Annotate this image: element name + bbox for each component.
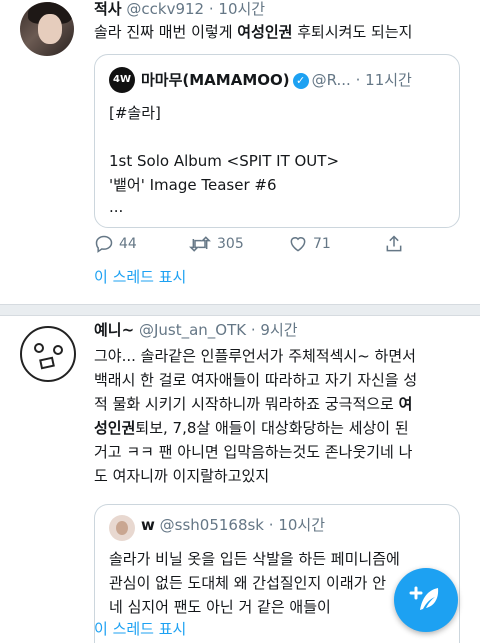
tweet-time[interactable]: · 9시간 [251, 321, 298, 339]
avatar[interactable] [20, 326, 76, 382]
tweet-text: 솔라 진짜 매번 이렇게 여성인권 후퇴시켜도 되는지 [94, 20, 464, 44]
reply-count: 44 [119, 236, 137, 252]
tweet-text-bold: 성인권 [94, 419, 136, 437]
quoted-author-name: 마마무(MAMAMOO) [141, 71, 290, 89]
tweet-text-part: 퇴보, 7,8살 애들이 대상화당하는 세상이 된 [135, 419, 409, 437]
tweet-actions: 44 305 71 [94, 234, 454, 258]
quoted-tweet-line: 1st Solo Album <SPIT IT OUT> [109, 152, 340, 170]
quoted-tweet-line: 네 심지어 팬도 아닌 거 같은 애들이 [109, 598, 331, 616]
quoted-tweet-line: ... [109, 198, 124, 216]
tweet-1[interactable]: 적사 @cckv912 · 10시간 솔라 진짜 매번 이렇게 여성인권 후퇴시… [0, 0, 480, 306]
retweet-count: 305 [217, 236, 244, 252]
like-button[interactable]: 71 [288, 234, 331, 254]
quoted-tweet-line: '뱉어' Image Teaser #6 [109, 176, 277, 194]
retweet-button[interactable]: 305 [188, 234, 244, 254]
quoted-author-name: w [141, 516, 155, 534]
quoted-tweet-header: 마마무(MAMAMOO) ✓ @R... · 11시간 [141, 69, 412, 90]
avatar-face [38, 14, 62, 44]
tweet-text-part: 후퇴시켜도 되는지 [292, 23, 413, 41]
doodle-face-icon [34, 343, 63, 370]
tweet-text-line: 적 물화 시키기 시작하니까 뭐라하죠 궁극적으로 여 [94, 392, 470, 416]
share-icon [386, 235, 402, 252]
tweet-header: 예니~ @Just_an_OTK · 9시간 [94, 319, 298, 340]
show-thread-link[interactable]: 이 스레드 표시 [94, 618, 186, 639]
verified-badge-icon: ✓ [292, 73, 309, 89]
quoted-tweet-time: · 10시간 [268, 516, 326, 534]
author-name[interactable]: 예니~ [94, 321, 134, 339]
reply-icon [95, 235, 113, 253]
share-button[interactable] [384, 234, 404, 254]
author-handle[interactable]: @cckv912 [126, 0, 204, 18]
author-handle[interactable]: @Just_an_OTK [139, 321, 246, 339]
tweet-text-line: 그야... 솔라같은 인플루언서가 주체적섹시~ 하면서 [94, 347, 416, 365]
tweet-text-bold: 여성인권 [237, 23, 293, 41]
compose-feather-icon [409, 586, 439, 610]
show-thread-link[interactable]: 이 스레드 표시 [94, 266, 186, 287]
quoted-tweet-header: w @ssh05168sk · 10시간 [141, 514, 325, 535]
tweet-text-line: 성인권퇴보, 7,8살 애들이 대상화당하는 세상이 된 [94, 416, 470, 440]
quoted-tweet-line: [#솔라] [109, 104, 161, 122]
tweet-text-bold: 여 [398, 395, 413, 413]
reply-button[interactable]: 44 [94, 234, 137, 254]
tweet-text: 그야... 솔라같은 인플루언서가 주체적섹시~ 하면서 백래시 한 걸로 여자… [94, 344, 470, 488]
author-name[interactable]: 적사 [94, 0, 122, 18]
like-count: 71 [313, 236, 331, 252]
retweet-icon [189, 236, 211, 252]
tweet-text-line: 도 여자니까 이지랄하고있지 [94, 467, 270, 485]
tweet-time[interactable]: · 10시간 [209, 0, 265, 18]
tweet-text-part: 적 물화 시키기 시작하니까 뭐라하죠 궁극적으로 [94, 395, 399, 413]
quoted-author-handle: @ssh05168sk [159, 516, 264, 534]
quoted-tweet-line: 솔라가 비닐 옷을 입든 삭발을 하든 페미니즘에 [109, 550, 400, 568]
avatar[interactable] [20, 2, 74, 56]
tweet-text-part: 솔라 진짜 매번 이렇게 [94, 23, 238, 41]
quoted-author-handle: @R... [311, 71, 351, 89]
quoted-avatar-face [116, 521, 128, 535]
compose-tweet-button[interactable] [394, 568, 458, 632]
quoted-tweet-time: · 11시간 [355, 71, 412, 89]
tweet-text-line: 백래시 한 걸로 여자애들이 따라하고 자기 자신을 성 [94, 371, 418, 389]
quoted-tweet-line: 관심이 없든 도대체 왜 간섭질인지 이래가 안 [109, 574, 387, 592]
tweet-text-line: 거고 ㅋㅋ 팬 아니면 입막음하는것도 존나웃기네 나 [94, 443, 413, 461]
tweet-header: 적사 @cckv912 · 10시간 [94, 0, 265, 19]
heart-icon [290, 237, 306, 252]
mamamoo-logo-icon: 4W [109, 67, 135, 93]
quoted-tweet[interactable]: 4W 마마무(MAMAMOO) ✓ @R... · 11시간 [#솔라] 1st S… [94, 54, 460, 228]
quoted-avatar [109, 515, 135, 541]
